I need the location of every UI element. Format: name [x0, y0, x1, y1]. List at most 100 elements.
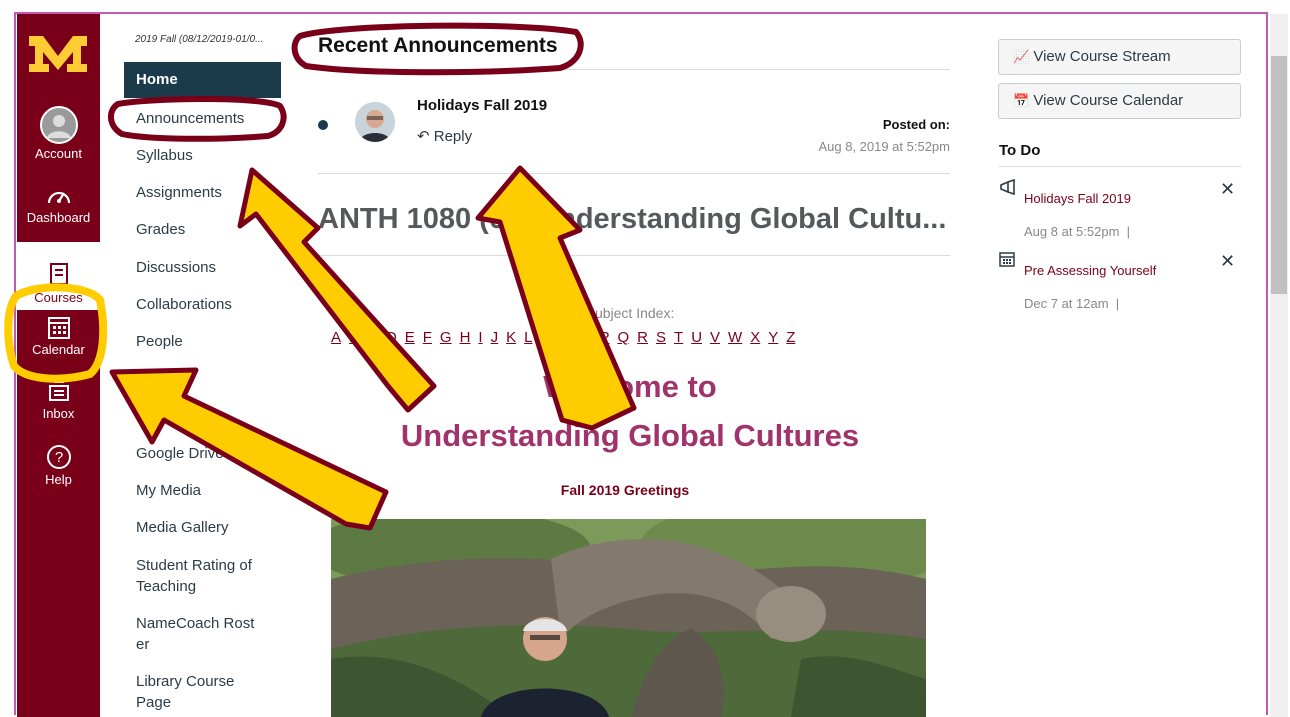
- nav-help[interactable]: ? Help: [17, 444, 100, 487]
- alpha-link[interactable]: A: [331, 329, 341, 346]
- divider: [999, 166, 1241, 167]
- course-nav-media-gallery[interactable]: Media Gallery: [136, 517, 229, 538]
- nav-courses[interactable]: Courses: [17, 242, 100, 310]
- calendar-icon: [999, 252, 1015, 267]
- calendar-small-icon: 📅: [1013, 93, 1030, 108]
- todo-item-title[interactable]: Holidays Fall 2019: [1024, 191, 1131, 206]
- nav-calendar[interactable]: Calendar: [17, 314, 100, 357]
- help-question-icon: ?: [46, 445, 71, 469]
- divider: [318, 69, 950, 70]
- alpha-link[interactable]: Q: [617, 329, 629, 346]
- alpha-link[interactable]: I: [478, 329, 482, 346]
- course-nav-my-media[interactable]: My Media: [136, 480, 201, 501]
- alpha-link[interactable]: B: [349, 329, 359, 346]
- greeting-heading: Fall 2019 Greetings: [560, 482, 690, 498]
- alpha-link[interactable]: K: [506, 329, 516, 346]
- todo-heading: To Do: [999, 142, 1041, 159]
- course-nav-google-drive[interactable]: Google Drive: [136, 443, 224, 464]
- author-photo-icon: [355, 102, 395, 142]
- alpha-link[interactable]: C: [367, 329, 378, 346]
- inbox-icon: [48, 381, 69, 401]
- view-course-stream-label: View Course Stream: [1033, 48, 1171, 65]
- alpha-link[interactable]: O: [580, 329, 592, 346]
- dismiss-todo-button[interactable]: ✕: [1220, 179, 1235, 200]
- course-nav-announcements[interactable]: Announcements: [136, 108, 244, 129]
- scrollbar-thumb[interactable]: [1271, 56, 1287, 294]
- course-nav-quizzes[interactable]: Quizzes: [136, 406, 190, 427]
- calendar-icon: [47, 317, 70, 339]
- university-logo[interactable]: [27, 28, 89, 78]
- nav-account[interactable]: Account: [17, 106, 100, 161]
- alpha-link[interactable]: W: [728, 329, 742, 346]
- stream-chart-icon: 📈: [1013, 49, 1030, 64]
- author-avatar: [355, 102, 395, 142]
- course-nav-assignments[interactable]: Assignments: [136, 182, 222, 203]
- nav-dashboard-label: Dashboard: [26, 210, 91, 225]
- todo-item-title[interactable]: Pre Assessing Yourself: [1024, 263, 1156, 278]
- alpha-link[interactable]: S: [656, 329, 666, 346]
- alpha-link[interactable]: G: [440, 329, 452, 346]
- subject-index-label: Subject Index:: [585, 305, 675, 321]
- course-nav-home[interactable]: Home: [124, 62, 281, 98]
- nav-dashboard[interactable]: Dashboard: [17, 184, 100, 225]
- alpha-link[interactable]: E: [405, 329, 415, 346]
- nav-inbox-label: Inbox: [42, 406, 75, 421]
- alpha-link[interactable]: X: [750, 329, 760, 346]
- svg-text:?: ?: [54, 449, 62, 466]
- view-course-calendar-label: View Course Calendar: [1033, 92, 1184, 109]
- nav-help-label: Help: [45, 472, 72, 487]
- alpha-link[interactable]: D: [386, 329, 397, 346]
- tree-photo-image: [331, 519, 926, 717]
- alpha-link[interactable]: P: [599, 329, 609, 346]
- welcome-heading-line1: Welcome to: [543, 369, 717, 404]
- alpha-link[interactable]: L: [524, 329, 532, 346]
- alpha-link[interactable]: T: [674, 329, 683, 346]
- todo-item-date: Dec 7 at 12am |: [1024, 296, 1120, 311]
- alpha-link[interactable]: H: [460, 329, 471, 346]
- reply-label: Reply: [433, 128, 473, 145]
- reply-arrow-icon: ↶: [417, 128, 430, 145]
- course-nav-syllabus[interactable]: Syllabus: [136, 145, 193, 166]
- alpha-link[interactable]: U: [691, 329, 702, 346]
- alpha-link[interactable]: V: [710, 329, 720, 346]
- divider: [318, 255, 950, 256]
- nav-account-label: Account: [35, 146, 82, 161]
- course-nav-discussions[interactable]: Discussions: [136, 257, 216, 278]
- view-course-calendar-button[interactable]: 📅 View Course Calendar: [998, 83, 1241, 119]
- course-title: ANTH 1080 (0... Understanding Global Cul…: [318, 203, 947, 235]
- alphabet-index: ABCDEFGHIJKLMNOPQRSTUVWXYZ: [331, 329, 931, 346]
- global-nav: Account Dashboard Courses Calendar Inbox…: [17, 14, 100, 717]
- course-nav-grades[interactable]: Grades: [136, 219, 185, 240]
- alpha-link[interactable]: R: [637, 329, 648, 346]
- unread-indicator: [318, 120, 328, 130]
- posted-on-label: Posted on:: [882, 117, 950, 132]
- view-course-stream-button[interactable]: 📈 View Course Stream: [998, 39, 1241, 75]
- instructor-photo: [331, 519, 926, 717]
- course-nav-student-rating[interactable]: Student Rating of Teaching: [136, 555, 276, 597]
- dashboard-gauge-icon: [47, 191, 70, 204]
- course-nav-library[interactable]: Library Course Page: [136, 671, 256, 713]
- course-nav-people[interactable]: People: [136, 331, 183, 352]
- account-avatar-icon: [39, 106, 78, 144]
- alpha-link[interactable]: Z: [786, 329, 795, 346]
- reply-link[interactable]: ↶ Reply: [417, 127, 472, 145]
- todo-item-date: Aug 8 at 5:52pm |: [1024, 224, 1131, 239]
- recent-announcements-heading: Recent Announcements: [318, 34, 558, 57]
- megaphone-icon: [1000, 179, 1015, 195]
- course-nav-collaborations[interactable]: Collaborations: [136, 294, 232, 315]
- alpha-link[interactable]: N: [561, 329, 572, 346]
- alpha-link[interactable]: M: [540, 329, 553, 346]
- welcome-heading-line2: Understanding Global Cultures: [400, 418, 860, 453]
- courses-book-icon: [49, 263, 68, 287]
- dismiss-todo-button[interactable]: ✕: [1220, 251, 1235, 272]
- announcement-title[interactable]: Holidays Fall 2019: [417, 97, 547, 114]
- alpha-link[interactable]: Y: [768, 329, 778, 346]
- nav-calendar-label: Calendar: [32, 342, 85, 357]
- alpha-link[interactable]: F: [423, 329, 432, 346]
- divider: [318, 173, 950, 174]
- posted-date: Aug 8, 2019 at 5:52pm: [818, 139, 950, 154]
- nav-inbox[interactable]: Inbox: [17, 380, 100, 421]
- alpha-link[interactable]: J: [491, 329, 499, 346]
- course-nav-namecoach[interactable]: NameCoach Roster: [136, 613, 260, 655]
- term-label: 2019 Fall (08/12/2019-01/0...: [135, 34, 264, 45]
